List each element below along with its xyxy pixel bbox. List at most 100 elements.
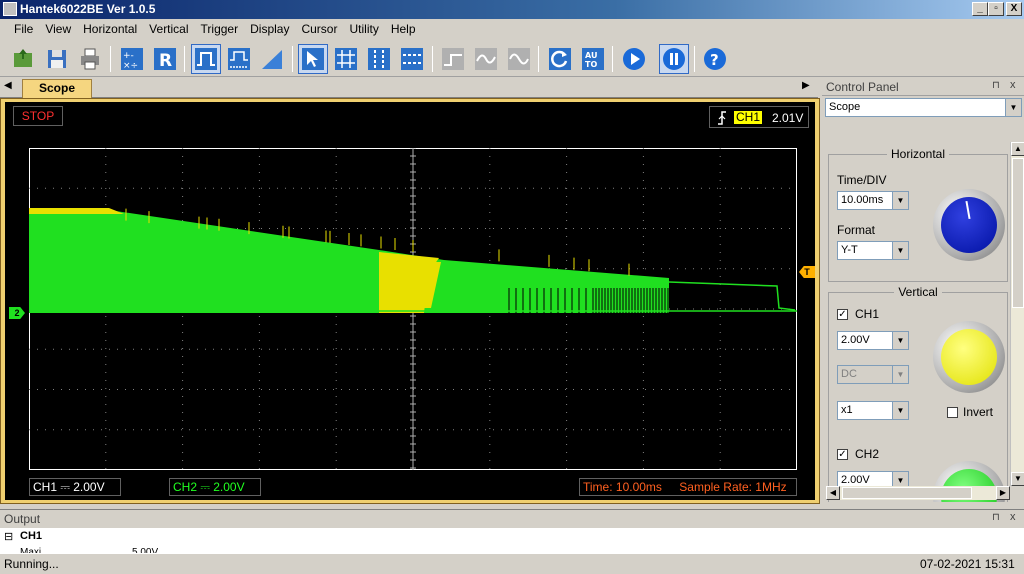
chevron-down-icon: ▼: [1005, 99, 1021, 116]
output-title-bar: Output ⊓ x: [0, 510, 1024, 528]
sine-button[interactable]: [471, 44, 501, 74]
auto-icon: AUTO: [582, 48, 604, 70]
menu-utility[interactable]: Utility: [343, 19, 384, 41]
ch1-probe-value: x1: [841, 404, 853, 416]
trigger-level-marker[interactable]: T: [799, 266, 815, 278]
control-panel-vscrollbar[interactable]: ▲ ▼: [1010, 142, 1024, 486]
scroll-thumb[interactable]: [1012, 158, 1024, 308]
ch1-coupling-select: DC ▼: [837, 365, 909, 384]
ramp-button[interactable]: [257, 44, 287, 74]
horizontal-group: Horizontal Time/DIV 10.00ms ▼ Format Y-T ▼: [828, 147, 1008, 282]
format-label: Format: [837, 223, 876, 237]
scope-screen: STOP CH1 2.01V 2 T CH1 ⎓ 2.00V CH2 ⎓ 2.0…: [5, 102, 815, 500]
menu-view[interactable]: View: [39, 19, 77, 41]
horizontal-title: Horizontal: [829, 147, 1007, 161]
scroll-left-icon[interactable]: ◀: [826, 486, 840, 500]
ch1-volts-select[interactable]: 2.00V ▼: [837, 331, 909, 350]
trigger-level: 2.01V: [772, 111, 804, 125]
waveform-display[interactable]: [29, 148, 797, 470]
run-button[interactable]: [619, 44, 649, 74]
sample-rate-readout: Sample Rate: 1MHz: [679, 480, 787, 494]
print-button[interactable]: [75, 44, 105, 74]
app-icon: [3, 2, 17, 16]
status-datetime: 07-02-2021 15:31: [920, 557, 1015, 571]
pin-icon[interactable]: ⊓: [992, 512, 1000, 523]
pulse-icon: [195, 48, 217, 70]
ch1-label: CH1: [855, 307, 880, 321]
title-bar: Hantek6022BE Ver 1.0.5 _ ▫ X: [0, 0, 1024, 19]
tab-scroll-left-icon[interactable]: ◀: [4, 80, 12, 91]
menu-horizontal[interactable]: Horizontal: [77, 19, 143, 41]
vertical-cursor-button[interactable]: [364, 44, 394, 74]
wave-icon: [508, 48, 530, 70]
run-icon: [623, 48, 645, 70]
dual-pulse-button[interactable]: [224, 44, 254, 74]
control-panel-hscrollbar[interactable]: ◀ ▶: [826, 486, 1010, 500]
pause-button[interactable]: [659, 44, 689, 74]
format-value: Y-T: [841, 244, 858, 256]
cursor-select-icon: [302, 48, 324, 70]
rotate-button[interactable]: [545, 44, 575, 74]
ch2-checkbox[interactable]: ✓: [837, 449, 848, 460]
ch1-checkbox[interactable]: ✓: [837, 309, 848, 320]
format-select[interactable]: Y-T ▼: [837, 241, 909, 260]
time-div-label: Time/DIV: [837, 173, 887, 187]
ch1-status: CH1 ⎓ 2.00V: [29, 478, 121, 496]
menu-vertical[interactable]: Vertical: [143, 19, 194, 41]
output-close-icon[interactable]: x: [1010, 511, 1016, 523]
menu-bar: File View Horizontal Vertical Trigger Display…: [0, 19, 1024, 41]
mode-select[interactable]: Scope ▼: [825, 98, 1022, 117]
menu-help[interactable]: Help: [385, 19, 422, 41]
ch1-volts-value: 2.00V: [841, 334, 870, 346]
ch1-volts-knob[interactable]: [933, 321, 1005, 393]
time-div-select[interactable]: 10.00ms ▼: [837, 191, 909, 210]
menu-cursor[interactable]: Cursor: [295, 19, 343, 41]
horizontal-cursor-button[interactable]: [397, 44, 427, 74]
time-div-knob[interactable]: [933, 189, 1005, 261]
open-button[interactable]: [8, 44, 38, 74]
print-icon: [81, 48, 99, 70]
window-title: Hantek6022BE Ver 1.0.5: [20, 2, 156, 16]
output-tree-ch1[interactable]: CH1: [20, 530, 42, 542]
tree-toggle-icon[interactable]: ⊟: [4, 530, 13, 543]
scroll-up-icon[interactable]: ▲: [1011, 142, 1024, 156]
chevron-down-icon: ▼: [892, 332, 908, 349]
svg-text:?: ?: [710, 51, 719, 69]
ch2-label: CH2: [855, 447, 880, 461]
mode-select-value: Scope: [829, 101, 861, 113]
maximize-button[interactable]: ▫: [988, 2, 1004, 16]
scroll-down-icon[interactable]: ▼: [1011, 472, 1024, 486]
pulse-button[interactable]: [191, 44, 221, 74]
reference-button[interactable]: R: [150, 44, 180, 74]
grid-button[interactable]: [331, 44, 361, 74]
close-button[interactable]: X: [1006, 2, 1022, 16]
menu-display[interactable]: Display: [244, 19, 295, 41]
tab-scroll-right-icon[interactable]: ▶: [802, 80, 810, 91]
trigger-info: CH1 2.01V: [709, 106, 809, 128]
pause-icon: [663, 48, 685, 70]
help-button[interactable]: ?: [700, 44, 730, 74]
tab-scope[interactable]: Scope: [22, 79, 92, 98]
save-button[interactable]: [42, 44, 72, 74]
ch2-level-marker[interactable]: 2: [9, 307, 25, 319]
wave-button[interactable]: [504, 44, 534, 74]
grid-icon: [335, 48, 357, 70]
ch1-probe-select[interactable]: x1 ▼: [837, 401, 909, 420]
cursor-select-button[interactable]: [298, 44, 328, 74]
pin-icon[interactable]: ⊓: [992, 80, 1000, 91]
vertical-title: Vertical: [829, 285, 1007, 299]
menu-file[interactable]: File: [0, 19, 39, 41]
menu-trigger[interactable]: Trigger: [195, 19, 245, 41]
step-button[interactable]: [438, 44, 468, 74]
vertical-group: Vertical ✓ CH1 2.00V ▼ DC ▼ x1 ▼ Invert ✓ C…: [828, 285, 1008, 502]
math-button[interactable]: +- ×÷: [117, 44, 147, 74]
hscroll-thumb[interactable]: [842, 487, 972, 499]
horizontal-cursor-icon: [401, 48, 423, 70]
minimize-button[interactable]: _: [972, 2, 988, 16]
time-div-value: 10.00ms: [841, 194, 884, 206]
scroll-right-icon[interactable]: ▶: [996, 486, 1010, 500]
auto-button[interactable]: AU TO: [578, 44, 608, 74]
panel-close-icon[interactable]: x: [1010, 79, 1016, 91]
invert-checkbox[interactable]: [947, 407, 958, 418]
sine-icon: [475, 48, 497, 70]
